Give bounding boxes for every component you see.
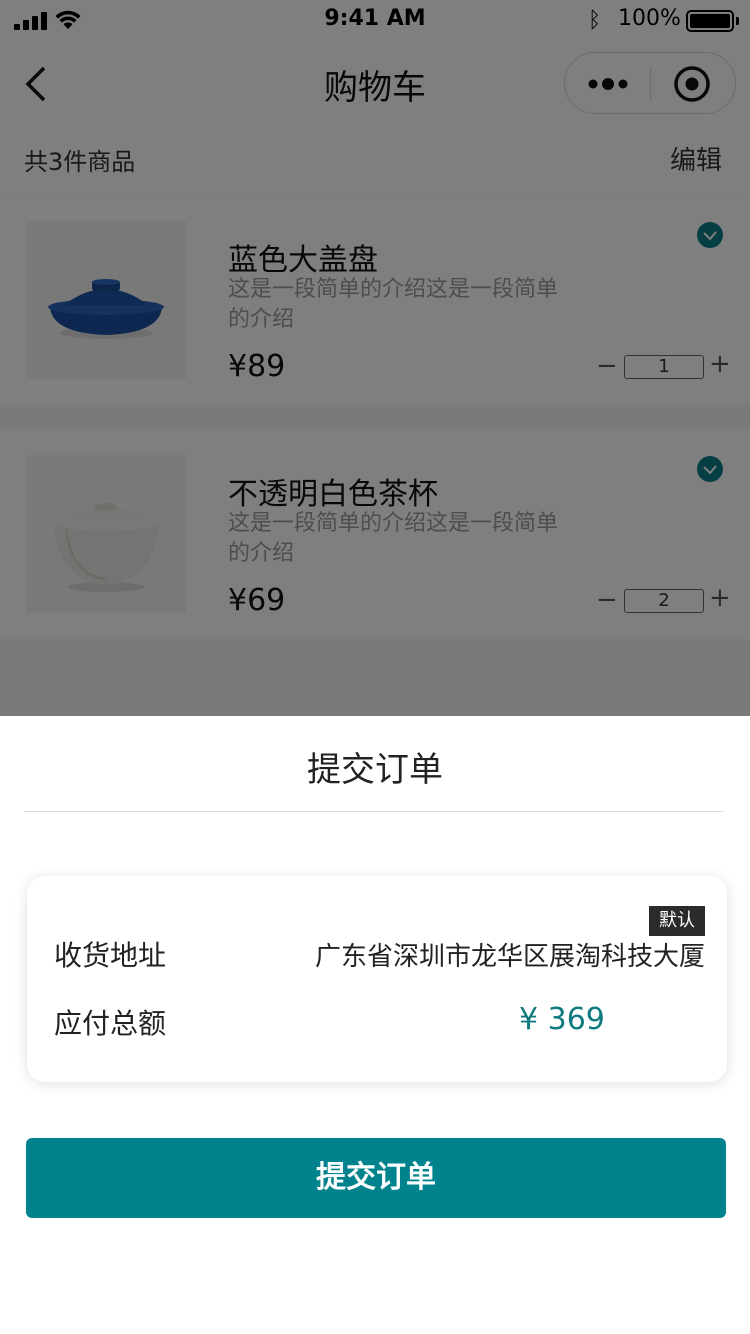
default-badge: 默认 bbox=[649, 906, 705, 936]
divider bbox=[24, 811, 724, 812]
amount-label: 应付总额 bbox=[54, 1007, 167, 1040]
submit-order-button[interactable]: 提交订单 bbox=[26, 1138, 726, 1218]
address-label: 收货地址 bbox=[54, 939, 167, 972]
submit-order-sheet: 提交订单 默认 收货地址 广东省深圳市龙华区展淘科技大厦 应付总额 ¥ 369 … bbox=[0, 716, 750, 1334]
sheet-title: 提交订单 bbox=[307, 750, 443, 790]
order-info-card: 默认 收货地址 广东省深圳市龙华区展淘科技大厦 应付总额 ¥ 369 bbox=[27, 876, 727, 1082]
amount-value: ¥ 369 bbox=[519, 1002, 605, 1037]
address-value[interactable]: 广东省深圳市龙华区展淘科技大厦 bbox=[315, 936, 705, 973]
